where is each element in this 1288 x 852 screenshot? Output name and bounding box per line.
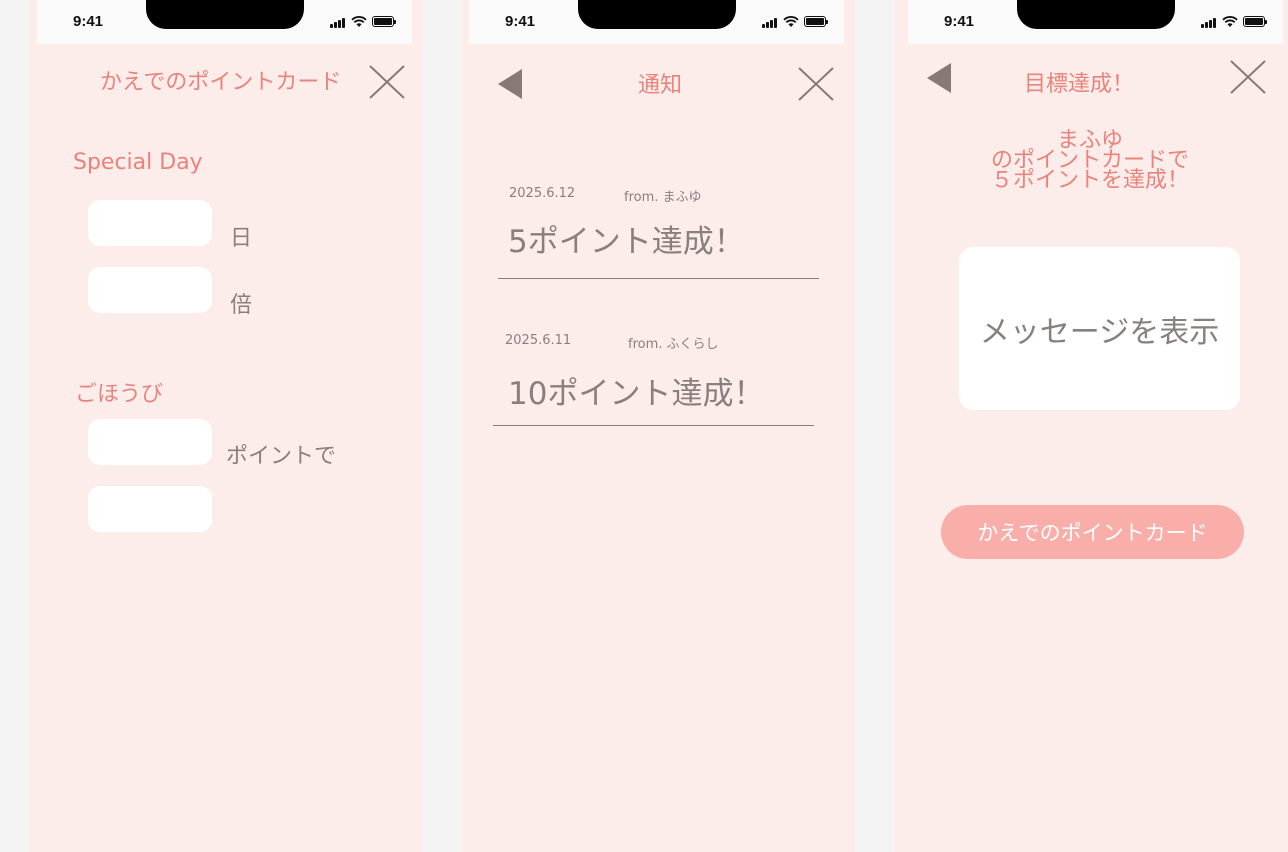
system-icons [330, 16, 400, 28]
status-bar: 9:41 [37, 0, 412, 44]
special-day-date-input[interactable] [88, 200, 212, 246]
screen-point-card-settings: 9:41 かえでのポイントカード Special Day 日 倍 ごほうび ポイ… [29, 0, 422, 852]
status-bar: 9:41 [469, 0, 844, 44]
notification-date: 2025.6.12 [509, 186, 576, 201]
screen-notifications: 9:41 通知 2025.6.12 from. まふゆ 5ポイント達成！ 202… [462, 0, 855, 852]
multiplier-unit-label: 倍 [230, 293, 253, 318]
status-bar: 9:41 [908, 0, 1283, 44]
reward-label: ごほうび [75, 382, 164, 407]
status-time: 9:41 [944, 13, 975, 30]
back-arrow-icon[interactable] [498, 69, 522, 99]
achievement-line: ５ポイントを達成！ [990, 168, 1189, 193]
battery-icon [372, 16, 396, 27]
notification-title: 5ポイント達成！ [508, 224, 745, 260]
system-icons [762, 16, 832, 28]
points-unit-label: ポイントで [226, 444, 337, 469]
show-message-button[interactable]: メッセージを表示 [959, 247, 1240, 410]
day-unit-label: 日 [230, 226, 253, 251]
wifi-icon [783, 16, 799, 27]
notification-title: 10ポイント達成！ [508, 376, 765, 412]
close-icon[interactable] [368, 64, 406, 102]
notch [1017, 0, 1175, 29]
system-icons [1201, 16, 1271, 28]
divider [493, 425, 814, 426]
reward-points-input[interactable] [88, 419, 212, 465]
screen-goal-achieved: 9:41 目標達成！ まふゆ のポイントカードで ５ポイントを達成！ メッセージ… [895, 0, 1288, 852]
notch [146, 0, 304, 29]
special-day-label: Special Day [73, 150, 203, 175]
notch [578, 0, 736, 29]
page-title: 目標達成！ [1024, 72, 1135, 97]
page-title: 通知 [638, 73, 683, 98]
close-icon[interactable] [1229, 59, 1267, 97]
back-arrow-icon[interactable] [927, 63, 951, 93]
status-time: 9:41 [505, 13, 536, 30]
multiplier-input[interactable] [88, 267, 212, 313]
point-card-button[interactable]: かえでのポイントカード [941, 505, 1244, 559]
page-title: かえでのポイントカード [100, 70, 342, 95]
wifi-icon [351, 16, 367, 27]
battery-icon [804, 16, 828, 27]
close-icon[interactable] [797, 66, 835, 104]
divider [498, 278, 819, 279]
battery-icon [1243, 16, 1267, 27]
wifi-icon [1222, 16, 1238, 27]
notification-date: 2025.6.11 [505, 333, 572, 348]
notification-sender: from. まふゆ [624, 190, 702, 205]
notification-sender: from. ふくらし [628, 337, 719, 352]
reward-content-input[interactable] [88, 486, 212, 532]
status-time: 9:41 [73, 13, 104, 30]
